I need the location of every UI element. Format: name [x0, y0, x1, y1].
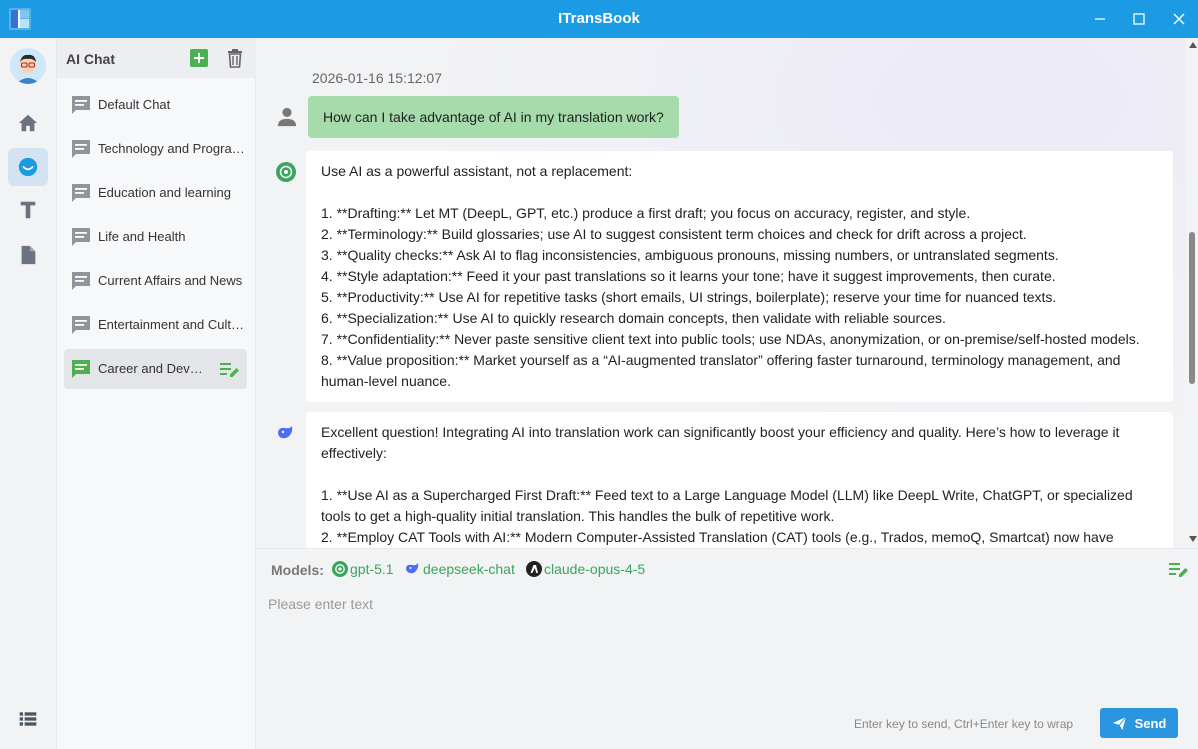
models-bar: Models: gpt-5.1 deepseek-chat claude-opu… — [256, 548, 1198, 588]
nav-document[interactable] — [8, 236, 48, 274]
chat-item-label: Entertainment and Culture — [98, 317, 248, 332]
add-chat-button[interactable] — [190, 49, 208, 67]
send-label: Send — [1134, 715, 1167, 731]
chat-list-item[interactable]: Education and learning — [64, 173, 247, 213]
gpt-model-icon — [332, 561, 348, 577]
chat-list-item[interactable]: Career and Development — [64, 349, 247, 389]
models-label: Models: — [271, 562, 324, 578]
response-item: 8. **Value proposition:** Market yoursel… — [321, 352, 1121, 389]
scroll-down-arrow-icon[interactable] — [1189, 536, 1197, 542]
response-item: 7. **Confidentiality:** Never paste sens… — [321, 331, 1140, 347]
title-bar: ITransBook — [0, 0, 1198, 38]
maximize-icon[interactable] — [1126, 6, 1152, 32]
response-item: 1. **Drafting:** Let MT (DeepL, GPT, etc… — [321, 205, 971, 221]
home-icon — [18, 114, 38, 132]
message-timestamp: 2026-01-16 15:12:07 — [312, 70, 442, 86]
user-avatar-icon — [10, 48, 46, 84]
deepseek-model-icon — [278, 426, 293, 439]
response-item: 2. **Terminology:** Build glossaries; us… — [321, 226, 1027, 242]
response-item: 2. **Employ CAT Tools with AI:** Modern … — [321, 529, 1114, 545]
send-icon — [1112, 716, 1127, 730]
nav-list[interactable] — [8, 700, 48, 738]
chat-list-panel: AI Chat Default Chat Technology and Progr… — [57, 38, 256, 749]
send-hint: Enter key to send, Ctrl+Enter key to wra… — [854, 717, 1074, 731]
model-chip-gpt[interactable]: gpt-5.1 — [332, 561, 394, 577]
chat-bubble-icon — [72, 360, 90, 378]
chat-icon — [18, 157, 38, 177]
response-item: 4. **Style adaptation:** Feed it your pa… — [321, 268, 1056, 284]
chat-item-label: Technology and Programming — [98, 141, 248, 156]
chat-list-item[interactable]: Current Affairs and News — [64, 261, 247, 301]
nav-rail — [0, 38, 57, 749]
edit-models-icon[interactable] — [1169, 561, 1189, 579]
deepseek-model-icon — [406, 563, 419, 574]
model-name: deepseek-chat — [423, 561, 515, 577]
edit-chat-icon[interactable] — [220, 361, 240, 379]
response-item: 6. **Specialization:** Use AI to quickly… — [321, 310, 946, 326]
chat-list-item[interactable]: Default Chat — [64, 85, 247, 125]
composer: Enter key to send, Ctrl+Enter key to wra… — [256, 588, 1198, 749]
message-scrollbar[interactable] — [1186, 38, 1198, 548]
chat-bubble-icon — [72, 316, 90, 334]
chat-bubble-icon — [72, 140, 90, 158]
model-name: gpt-5.1 — [350, 561, 394, 577]
text-icon — [20, 201, 36, 219]
send-button[interactable]: Send — [1100, 708, 1178, 738]
avatar[interactable] — [10, 48, 46, 84]
chat-bubble-icon — [72, 228, 90, 246]
nav-home[interactable] — [8, 104, 48, 142]
message-list[interactable]: 2026-01-16 15:12:07 How can I take advan… — [256, 38, 1186, 548]
response-item: 3. **Quality checks:** Ask AI to flag in… — [321, 247, 1059, 263]
list-icon — [19, 712, 37, 726]
user-message-bubble: How can I take advantage of AI in my tra… — [308, 96, 679, 138]
close-icon[interactable] — [1166, 6, 1192, 32]
scroll-thumb[interactable] — [1189, 232, 1195, 384]
chat-item-label: Current Affairs and News — [98, 273, 243, 288]
model-name: claude-opus-4-5 — [544, 561, 646, 577]
chat-list-header: AI Chat — [57, 38, 256, 78]
chat-list-title: AI Chat — [66, 51, 115, 67]
message-input[interactable] — [268, 596, 1168, 696]
delete-chat-button[interactable] — [226, 48, 244, 68]
chat-item-label: Life and Health — [98, 229, 186, 244]
app-title: ITransBook — [558, 10, 640, 27]
gpt-model-icon — [276, 162, 296, 182]
nav-chat[interactable] — [8, 148, 48, 186]
chat-list-item[interactable]: Life and Health — [64, 217, 247, 257]
chat-item-label: Default Chat — [98, 97, 171, 112]
response-intro: Excellent question! Integrating AI into … — [321, 424, 1120, 461]
gpt-response-card: Use AI as a powerful assistant, not a re… — [306, 151, 1173, 402]
user-icon — [277, 107, 297, 127]
chat-bubble-icon — [72, 184, 90, 202]
chat-item-label: Education and learning — [98, 185, 231, 200]
response-item: 1. **Use AI as a Supercharged First Draf… — [321, 487, 1133, 524]
document-icon — [21, 245, 36, 265]
chat-bubble-icon — [72, 96, 90, 114]
model-chip-claude[interactable]: claude-opus-4-5 — [526, 561, 645, 577]
model-chip-deepseek[interactable]: deepseek-chat — [405, 561, 515, 577]
claude-model-icon — [526, 561, 542, 577]
scroll-up-arrow-icon[interactable] — [1189, 42, 1197, 48]
minimize-icon[interactable] — [1087, 6, 1113, 32]
response-item: 5. **Productivity:** Use AI for repetiti… — [321, 289, 1057, 305]
chat-main: 2026-01-16 15:12:07 How can I take advan… — [256, 38, 1198, 749]
chat-list-item[interactable]: Entertainment and Culture — [64, 305, 248, 345]
chat-bubble-icon — [72, 272, 90, 290]
response-intro: Use AI as a powerful assistant, not a re… — [321, 163, 633, 179]
chat-item-label: Career and Development — [98, 361, 208, 376]
deepseek-response-card: Excellent question! Integrating AI into … — [306, 412, 1173, 548]
nav-text[interactable] — [8, 191, 48, 229]
chat-list-item[interactable]: Technology and Programming — [64, 129, 248, 169]
